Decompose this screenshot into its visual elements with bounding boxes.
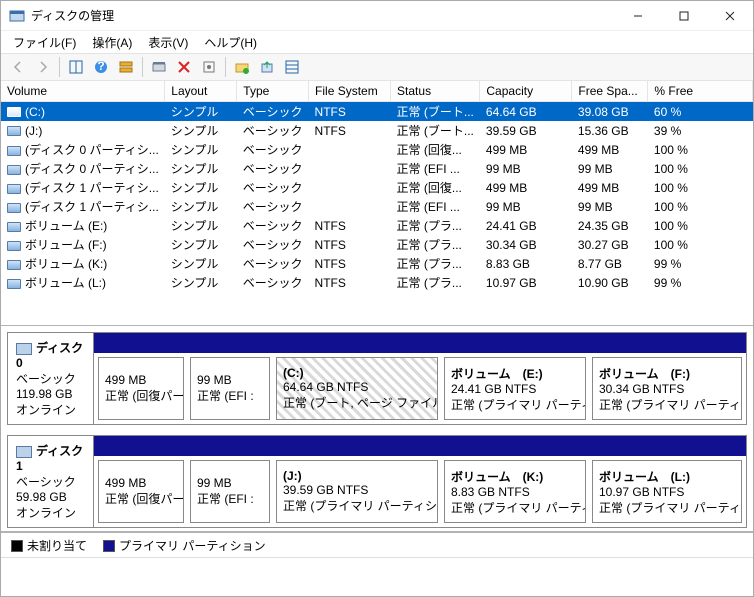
settings-button[interactable] <box>198 56 220 78</box>
col-status[interactable]: Status <box>391 81 480 102</box>
help-button[interactable]: ? <box>90 56 112 78</box>
volume-icon <box>7 260 21 270</box>
new-folder-button[interactable] <box>231 56 253 78</box>
menu-bar: ファイル(F) 操作(A) 表示(V) ヘルプ(H) <box>1 31 753 53</box>
partition-box[interactable]: 99 MB正常 (EFI : <box>190 357 270 420</box>
legend-bar: 未割り当て プライマリ パーティション <box>1 531 753 557</box>
partition-box[interactable]: ボリューム (L:)10.97 GB NTFS正常 (プライマリ パーティシ <box>592 460 742 523</box>
volume-icon <box>7 241 21 251</box>
menu-view[interactable]: 表示(V) <box>142 32 194 53</box>
col-type[interactable]: Type <box>237 81 309 102</box>
disk-icon <box>16 343 32 355</box>
volume-row[interactable]: (ディスク 0 パーティシ...シンプルベーシック正常 (EFI ...99 M… <box>1 159 753 178</box>
volume-row[interactable]: (ディスク 1 パーティシ...シンプルベーシック正常 (回復...499 MB… <box>1 178 753 197</box>
volume-row[interactable]: (ディスク 1 パーティシ...シンプルベーシック正常 (EFI ...99 M… <box>1 197 753 216</box>
volume-icon <box>7 184 21 194</box>
disk-row[interactable]: ディスク 0ベーシック119.98 GBオンライン499 MB正常 (回復パー9… <box>7 332 747 425</box>
delete-button[interactable] <box>173 56 195 78</box>
volume-row[interactable]: ボリューム (E:)シンプルベーシックNTFS正常 (プラ...24.41 GB… <box>1 216 753 235</box>
disk-allocation-bar <box>94 333 746 353</box>
menu-file[interactable]: ファイル(F) <box>7 32 82 53</box>
volume-row[interactable]: (ディスク 0 パーティシ...シンプルベーシック正常 (回復...499 MB… <box>1 140 753 159</box>
volume-icon <box>7 222 21 232</box>
maximize-button[interactable] <box>661 2 707 30</box>
partition-box[interactable]: ボリューム (F:)30.34 GB NTFS正常 (プライマリ パーティション… <box>592 357 742 420</box>
volume-icon <box>7 107 21 117</box>
back-button[interactable] <box>7 56 29 78</box>
properties-button[interactable] <box>148 56 170 78</box>
disk-icon <box>16 446 32 458</box>
partition-box[interactable]: 499 MB正常 (回復パー <box>98 460 184 523</box>
disk-header[interactable]: ディスク 1ベーシック59.98 GBオンライン <box>8 436 94 527</box>
view-list-button[interactable] <box>65 56 87 78</box>
toolbar: ? <box>1 53 753 81</box>
partition-box[interactable]: ボリューム (K:)8.83 GB NTFS正常 (プライマリ パーティシ <box>444 460 586 523</box>
legend-primary: プライマリ パーティション <box>103 537 266 554</box>
minimize-button[interactable] <box>615 2 661 30</box>
volume-icon <box>7 203 21 213</box>
view-graphical-button[interactable] <box>115 56 137 78</box>
toolbar-separator <box>59 57 60 77</box>
disk-allocation-bar <box>94 436 746 456</box>
forward-button[interactable] <box>32 56 54 78</box>
col-filesystem[interactable]: File System <box>309 81 391 102</box>
volume-icon <box>7 146 21 156</box>
disk-row[interactable]: ディスク 1ベーシック59.98 GBオンライン499 MB正常 (回復パー99… <box>7 435 747 528</box>
disk-graphical-pane[interactable]: ディスク 0ベーシック119.98 GBオンライン499 MB正常 (回復パー9… <box>1 326 753 531</box>
list-view-button[interactable] <box>281 56 303 78</box>
legend-unallocated: 未割り当て <box>11 537 87 554</box>
partition-box[interactable]: 499 MB正常 (回復パー <box>98 357 184 420</box>
title-bar: ディスクの管理 <box>1 1 753 31</box>
app-icon <box>9 8 25 24</box>
close-button[interactable] <box>707 2 753 30</box>
col-volume[interactable]: Volume <box>1 81 165 102</box>
volume-row[interactable]: (J:)シンプルベーシックNTFS正常 (ブート...39.59 GB15.36… <box>1 121 753 140</box>
export-button[interactable] <box>256 56 278 78</box>
menu-help[interactable]: ヘルプ(H) <box>198 32 263 53</box>
volume-row[interactable]: ボリューム (L:)シンプルベーシックNTFS正常 (プラ...10.97 GB… <box>1 273 753 292</box>
menu-action[interactable]: 操作(A) <box>86 32 138 53</box>
volume-icon <box>7 279 21 289</box>
volume-row[interactable]: ボリューム (K:)シンプルベーシックNTFS正常 (プラ...8.83 GB8… <box>1 254 753 273</box>
partition-box[interactable]: ボリューム (E:)24.41 GB NTFS正常 (プライマリ パーティション <box>444 357 586 420</box>
volume-table[interactable]: Volume Layout Type File System Status Ca… <box>1 81 753 292</box>
partition-box[interactable]: 99 MB正常 (EFI : <box>190 460 270 523</box>
volume-list-pane[interactable]: Volume Layout Type File System Status Ca… <box>1 81 753 326</box>
col-capacity[interactable]: Capacity <box>480 81 572 102</box>
partition-box[interactable]: (C:)64.64 GB NTFS正常 (ブート, ページ ファイル, クラ <box>276 357 438 420</box>
disk-header[interactable]: ディスク 0ベーシック119.98 GBオンライン <box>8 333 94 424</box>
col-layout[interactable]: Layout <box>165 81 237 102</box>
volume-icon <box>7 165 21 175</box>
toolbar-separator <box>225 57 226 77</box>
svg-text:?: ? <box>97 60 104 73</box>
col-freespace[interactable]: Free Spa... <box>572 81 648 102</box>
col-pctfree[interactable]: % Free <box>648 81 753 102</box>
partition-box[interactable]: (J:)39.59 GB NTFS正常 (プライマリ パーティション) <box>276 460 438 523</box>
toolbar-separator <box>142 57 143 77</box>
volume-row[interactable]: ボリューム (F:)シンプルベーシックNTFS正常 (プラ...30.34 GB… <box>1 235 753 254</box>
volume-row[interactable]: (C:)シンプルベーシックNTFS正常 (ブート...64.64 GB39.08… <box>1 102 753 122</box>
window-title: ディスクの管理 <box>31 7 615 24</box>
volume-icon <box>7 126 21 136</box>
status-bar <box>1 557 753 595</box>
